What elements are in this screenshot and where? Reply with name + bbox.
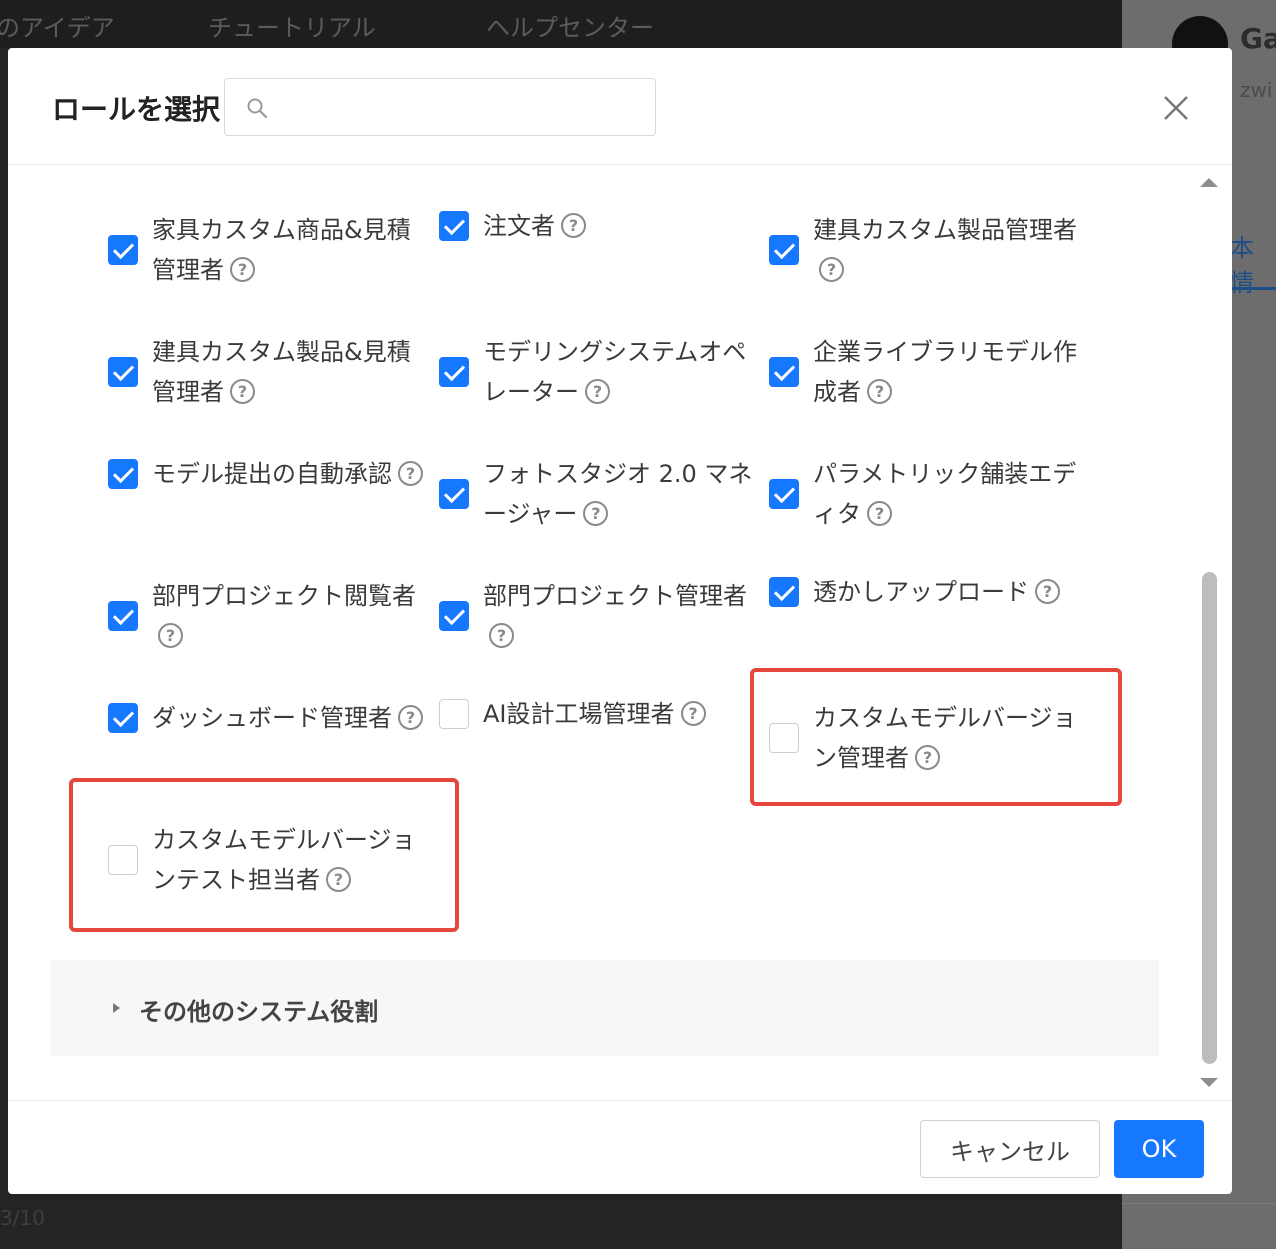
help-icon[interactable]: ? (585, 378, 610, 404)
caret-right-icon (113, 1003, 120, 1013)
role-checkbox[interactable] (108, 459, 138, 489)
help-icon[interactable]: ? (489, 622, 514, 648)
role-label: 部門プロジェクト閲覧者? (152, 576, 430, 656)
role-label: 注文者? (483, 206, 586, 246)
role-orderer[interactable]: 注文者? (439, 206, 761, 246)
search-icon (247, 98, 268, 119)
select-role-modal: ロールを選択 家具カスタム商品&見積管理者? 注文者? 建具カスタム製品管理者? (8, 48, 1232, 1194)
scroll-down-arrow-icon[interactable] (1200, 1078, 1218, 1087)
cancel-button[interactable]: キャンセル (920, 1120, 1100, 1178)
ok-button[interactable]: OK (1114, 1120, 1204, 1178)
role-department-project-manager[interactable]: 部門プロジェクト管理者? (439, 576, 761, 656)
highlight-box-version-manager (750, 668, 1122, 806)
role-checkbox[interactable] (439, 699, 469, 729)
role-fittings-custom-quote-manager[interactable]: 建具カスタム製品&見積管理者? (108, 332, 430, 412)
bg-nav-item-help-center: ヘルプセンター (486, 14, 654, 42)
role-model-submission-auto-approval[interactable]: モデル提出の自動承認? (108, 454, 430, 494)
modal-body: 家具カスタム商品&見積管理者? 注文者? 建具カスタム製品管理者? 建具カスタム… (8, 166, 1232, 1099)
role-label: 部門プロジェクト管理者? (483, 576, 761, 656)
help-icon[interactable]: ? (158, 622, 183, 648)
help-icon[interactable]: ? (583, 500, 609, 526)
role-label: 家具カスタム商品&見積管理者? (152, 216, 411, 284)
highlight-box-version-tester (69, 778, 459, 932)
other-system-roles-panel[interactable]: その他のシステム役割 (51, 960, 1159, 1056)
modal-title: ロールを選択 (52, 93, 221, 126)
role-department-project-viewer[interactable]: 部門プロジェクト閲覧者? (108, 576, 430, 656)
close-icon[interactable] (1162, 94, 1190, 122)
role-checkbox[interactable] (108, 703, 138, 733)
role-label: ダッシュボード管理者? (152, 698, 423, 738)
role-modeling-system-operator[interactable]: モデリングシステムオペレーター? (439, 332, 761, 412)
role-furniture-custom-quote-manager[interactable]: 家具カスタム商品&見積管理者? (108, 210, 430, 290)
bg-pager: 3/10 (0, 1206, 45, 1230)
role-label: フォトスタジオ 2.0 マネージャー? (483, 460, 753, 528)
help-icon[interactable]: ? (230, 256, 255, 282)
other-system-roles-label: その他のシステム役割 (139, 998, 379, 1026)
search-box[interactable] (224, 78, 656, 136)
role-checkbox[interactable] (108, 357, 138, 387)
role-label: パラメトリック舗装エディタ? (813, 460, 1077, 528)
role-dashboard-manager[interactable]: ダッシュボード管理者? (108, 698, 430, 738)
role-checkbox[interactable] (769, 357, 799, 387)
bg-nav-item-ideas: のアイデア (0, 14, 115, 42)
role-label: 企業ライブラリモデル作成者? (813, 338, 1077, 406)
help-icon[interactable]: ? (680, 700, 706, 726)
role-checkbox[interactable] (108, 601, 138, 631)
role-parametric-paving-editor[interactable]: パラメトリック舗装エディタ? (769, 454, 1079, 534)
role-checkbox[interactable] (439, 357, 469, 387)
role-watermark-upload[interactable]: 透かしアップロード? (769, 572, 1089, 612)
search-input[interactable] (281, 87, 641, 127)
help-icon[interactable]: ? (1035, 578, 1060, 604)
help-icon[interactable]: ? (819, 256, 844, 282)
role-label: モデル提出の自動承認? (152, 454, 423, 494)
background-top-nav: のアイデア チュートリアル ヘルプセンター (0, 0, 1122, 48)
role-label: 建具カスタム製品&見積管理者? (152, 338, 411, 406)
role-photo-studio-manager[interactable]: フォトスタジオ 2.0 マネージャー? (439, 454, 761, 534)
help-icon[interactable]: ? (230, 378, 255, 404)
help-icon[interactable]: ? (867, 500, 892, 526)
role-checkbox[interactable] (439, 601, 469, 631)
role-ai-design-factory-manager[interactable]: AI設計工場管理者? (439, 694, 761, 734)
role-checkbox[interactable] (769, 479, 799, 509)
bg-user-name: Ga (1240, 22, 1276, 55)
scrollbar-thumb[interactable] (1202, 572, 1217, 1064)
role-label: 建具カスタム製品管理者? (813, 210, 1079, 290)
role-checkbox[interactable] (108, 235, 138, 265)
role-fittings-custom-product-manager[interactable]: 建具カスタム製品管理者? (769, 210, 1079, 290)
role-checkbox[interactable] (769, 235, 799, 265)
scroll-up-arrow-icon[interactable] (1200, 178, 1218, 187)
role-label: AI設計工場管理者? (483, 694, 706, 734)
modal-footer: キャンセル OK (8, 1100, 1232, 1194)
help-icon[interactable]: ? (398, 704, 423, 730)
role-enterprise-library-model-creator[interactable]: 企業ライブラリモデル作成者? (769, 332, 1079, 412)
help-icon[interactable]: ? (867, 378, 892, 404)
help-icon[interactable]: ? (398, 460, 423, 486)
role-checkbox[interactable] (769, 577, 799, 607)
modal-header: ロールを選択 (8, 48, 1232, 165)
bg-nav-item-tutorial: チュートリアル (208, 14, 376, 42)
role-label: モデリングシステムオペレーター? (483, 338, 747, 406)
help-icon[interactable]: ? (561, 212, 586, 238)
bg-user-sub: zwi (1240, 78, 1273, 102)
role-checkbox[interactable] (439, 211, 469, 241)
bg-divider (1122, 1203, 1276, 1204)
role-checkbox[interactable] (439, 479, 469, 509)
role-label: 透かしアップロード? (813, 572, 1060, 612)
